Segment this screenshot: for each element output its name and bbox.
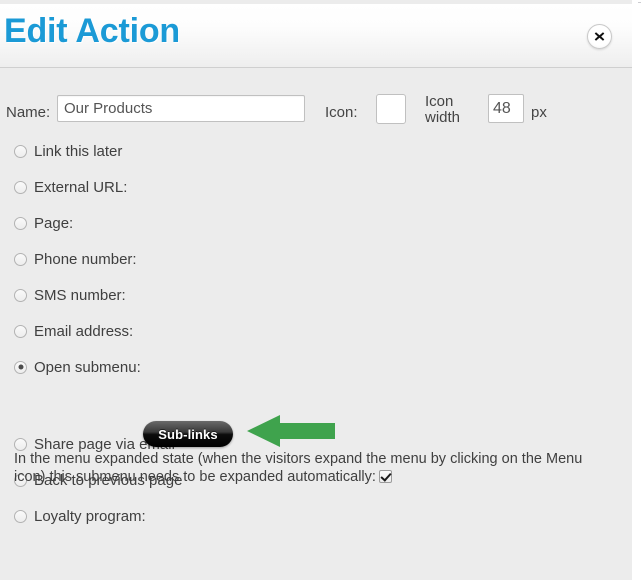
- radio-page[interactable]: [14, 216, 27, 230]
- radio-share-page-via-email[interactable]: [14, 437, 27, 451]
- icon-width-input[interactable]: [488, 94, 524, 123]
- icon-picker-swatch[interactable]: [376, 94, 406, 124]
- option-label: Email address:: [34, 322, 134, 340]
- option-label: Page:: [34, 214, 74, 232]
- name-label: Name:: [6, 104, 51, 121]
- option-label: Loyalty program:: [34, 507, 146, 525]
- radio-open-submenu[interactable]: [14, 360, 27, 374]
- submenu-expand-explanation: In the menu expanded state (when the vis…: [14, 450, 599, 486]
- option-label: Open submenu:: [34, 358, 141, 376]
- radio-phone-number[interactable]: [14, 252, 27, 266]
- option-external-url[interactable]: External URL:: [14, 176, 127, 198]
- option-label: External URL:: [34, 178, 128, 196]
- radio-sms-number[interactable]: [14, 288, 27, 302]
- radio-loyalty-program[interactable]: [14, 509, 27, 523]
- option-email-address[interactable]: Email address:: [14, 320, 133, 342]
- edit-action-dialog: Edit Action Name: Icon: Icon width px Li…: [0, 0, 632, 580]
- submenu-explanation-text: In the menu expanded state (when the vis…: [14, 451, 583, 485]
- option-loyalty-program[interactable]: Loyalty program:: [14, 505, 146, 527]
- dialog-header: Edit Action: [0, 4, 632, 68]
- page-title: Edit Action: [4, 12, 180, 50]
- option-link-this-later[interactable]: Link this later: [14, 140, 122, 162]
- sub-links-button[interactable]: Sub-links: [143, 421, 233, 447]
- radio-email-address[interactable]: [14, 324, 27, 338]
- name-and-icon-row: Name: Icon: Icon width px: [0, 91, 632, 131]
- option-phone-number[interactable]: Phone number:: [14, 248, 137, 270]
- option-label: SMS number:: [34, 286, 126, 304]
- close-icon: [593, 30, 606, 43]
- icon-width-label: Icon width: [425, 93, 461, 126]
- close-button[interactable]: [587, 24, 612, 49]
- option-label: Phone number:: [34, 250, 137, 268]
- radio-external-url[interactable]: [14, 180, 27, 194]
- name-input[interactable]: [57, 95, 305, 122]
- radio-link-this-later[interactable]: [14, 144, 27, 158]
- expand-automatically-checkbox[interactable]: [378, 470, 392, 483]
- green-arrow-annotation-icon: [247, 413, 335, 449]
- option-open-submenu[interactable]: Open submenu:: [14, 356, 141, 378]
- dialog-body: Name: Icon: Icon width px Link this late…: [0, 69, 632, 580]
- option-label: Link this later: [34, 142, 123, 160]
- icon-label: Icon:: [325, 104, 358, 121]
- option-sms-number[interactable]: SMS number:: [14, 284, 126, 306]
- option-page[interactable]: Page:: [14, 212, 73, 234]
- icon-width-unit-label: px: [531, 104, 547, 121]
